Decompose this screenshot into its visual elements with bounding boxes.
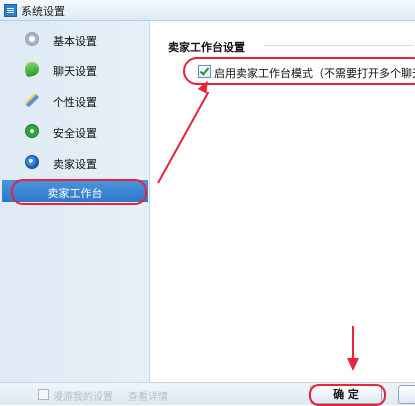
sidebar-item-label: 聊天设置 — [53, 65, 97, 78]
sidebar-item-seller[interactable]: 卖家设置 — [0, 148, 149, 178]
section-title: 卖家工作台设置 — [168, 41, 245, 54]
annotation-arrow-head — [347, 358, 359, 371]
sidebar-item-chat[interactable]: 聊天设置 — [0, 55, 149, 85]
annotation-ellipse-ok — [309, 384, 386, 406]
sync-settings-checkbox[interactable] — [38, 389, 49, 400]
sidebar-item-label: 安全设置 — [53, 127, 97, 140]
sync-settings-label: 漫游我的设置 — [53, 392, 113, 403]
annotation-ellipse-nav — [11, 179, 147, 205]
sidebar-item-label: 个性设置 — [53, 96, 97, 109]
sidebar-item-security[interactable]: 安全设置 — [0, 117, 149, 147]
app-icon — [4, 4, 17, 17]
annotation-ellipse-option — [183, 57, 415, 85]
details-link[interactable]: 查看详情 — [128, 388, 168, 403]
sidebar-item-personal[interactable]: 个性设置 — [0, 86, 149, 116]
chat-icon — [23, 60, 41, 78]
personalize-icon — [25, 93, 39, 107]
settings-icon — [25, 32, 39, 46]
cancel-button[interactable] — [398, 385, 415, 404]
sidebar-item-label: 卖家设置 — [53, 158, 97, 171]
window-title: 系统设置 — [21, 5, 65, 18]
sidebar-item-label: 基本设置 — [53, 35, 97, 48]
divider — [264, 45, 414, 46]
sidebar-item-basic[interactable]: 基本设置 — [0, 25, 149, 55]
annotation-arrow-line — [352, 326, 354, 360]
seller-icon — [25, 155, 39, 169]
security-icon — [25, 124, 39, 138]
title-bar: 系统设置 — [0, 0, 415, 21]
